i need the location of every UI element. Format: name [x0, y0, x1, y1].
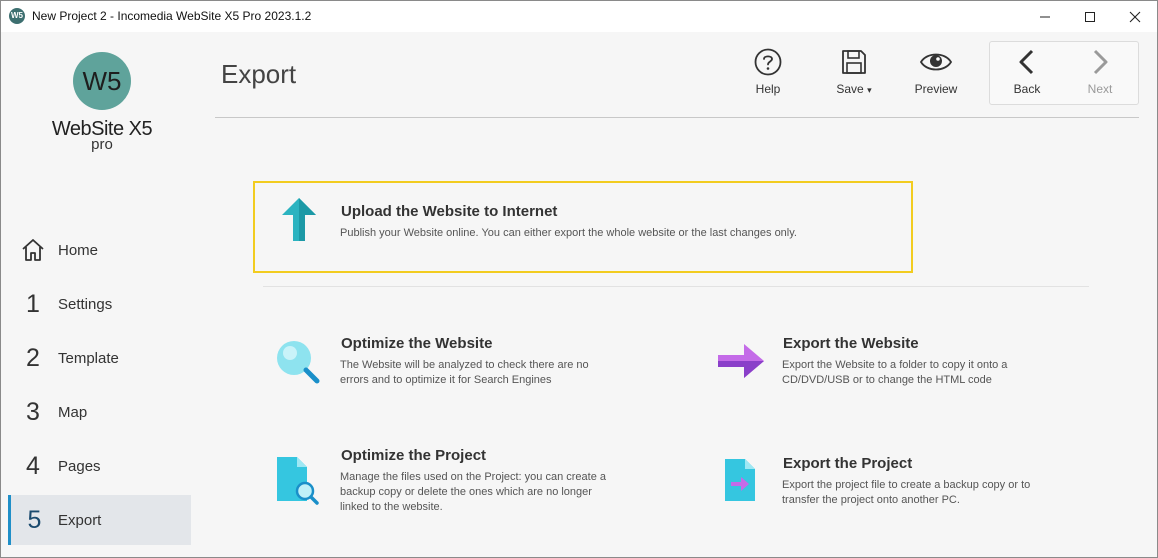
step-number: 2	[26, 343, 40, 372]
upload-description: Publish your Website online. You can eit…	[340, 227, 797, 239]
app-window: W5 New Project 2 - Incomedia WebSite X5 …	[0, 0, 1158, 558]
save-label: Save	[836, 82, 864, 96]
window-title: New Project 2 - Incomedia WebSite X5 Pro…	[32, 9, 312, 23]
maximize-button[interactable]	[1067, 1, 1112, 32]
logo-edition: pro	[91, 136, 113, 153]
app-icon: W5	[9, 8, 25, 24]
close-button[interactable]	[1112, 1, 1157, 32]
optimize-project-desc-line1: Manage the files used on the Project: yo…	[340, 471, 606, 483]
close-icon	[1129, 11, 1140, 22]
export-project-title: Export the Project	[783, 455, 913, 472]
sidebar-item-export[interactable]: 5 Export	[8, 495, 191, 545]
save-button[interactable]: Save ▾	[819, 47, 889, 103]
next-label: Next	[1087, 82, 1113, 96]
preview-label: Preview	[914, 82, 958, 96]
step-number: 5	[27, 505, 42, 534]
file-export-icon	[725, 459, 755, 501]
optimize-website-desc-line2: errors and to optimize it for Search Eng…	[340, 374, 552, 386]
step-number: 1	[26, 289, 40, 318]
export-website-option[interactable]: Export the Website Export the Website to…	[713, 331, 1093, 391]
help-label: Help	[755, 82, 781, 96]
optimize-project-desc-line2: backup copy or delete the ones which are…	[340, 486, 592, 498]
sidebar-item-settings[interactable]: 1 Settings	[8, 279, 191, 329]
optimize-project-desc-line3: linked to the website.	[340, 501, 443, 513]
file-search-icon	[277, 457, 319, 505]
optimize-project-option[interactable]: Optimize the Project Manage the files us…	[271, 443, 651, 519]
back-button[interactable]: Back	[992, 47, 1062, 103]
sidebar-item-home[interactable]: Home	[8, 225, 191, 275]
sidebar-item-label: Settings	[58, 295, 113, 313]
sidebar-item-label: Template	[58, 349, 119, 367]
sidebar-item-label: Pages	[58, 457, 101, 475]
sidebar-item-map[interactable]: 3 Map	[8, 387, 191, 437]
export-website-title: Export the Website	[783, 335, 919, 352]
sidebar-item-label: Home	[58, 241, 99, 259]
upload-website-option[interactable]: Upload the Website to Internet Publish y…	[253, 181, 913, 273]
help-icon	[754, 48, 782, 76]
chevron-right-icon	[1093, 49, 1108, 75]
optimize-project-title: Optimize the Project	[341, 447, 487, 464]
title-bar: W5 New Project 2 - Incomedia WebSite X5 …	[1, 1, 1157, 32]
optimize-website-option[interactable]: Optimize the Website The Website will be…	[271, 331, 651, 391]
minimize-button[interactable]	[1022, 1, 1067, 32]
options-divider	[263, 286, 1089, 287]
upload-arrow-icon	[282, 198, 316, 241]
sidebar-item-label: Map	[58, 403, 88, 421]
step-number: 3	[26, 397, 40, 426]
home-icon	[8, 237, 58, 263]
save-icon	[842, 50, 866, 74]
header-divider	[215, 117, 1139, 118]
svg-text:W5: W5	[83, 66, 122, 96]
chevron-down-icon: ▾	[867, 85, 872, 95]
optimize-website-desc-line1: The Website will be analyzed to check th…	[340, 359, 589, 371]
page-title: Export	[221, 59, 297, 89]
sidebar: W5 WebSite X5 pro Home 1 Settings 2 Temp…	[1, 32, 206, 557]
export-project-option[interactable]: Export the Project Export the project fi…	[713, 451, 1093, 511]
sidebar-item-pages[interactable]: 4 Pages	[8, 441, 191, 491]
website-x5-logo: W5	[73, 52, 131, 110]
export-website-desc-line2: CD/DVD/USB or to change the HTML code	[782, 374, 992, 386]
export-arrow-icon	[718, 344, 764, 378]
chevron-left-icon	[1019, 49, 1034, 75]
sidebar-item-label: Export	[58, 511, 102, 529]
optimize-website-title: Optimize the Website	[341, 335, 493, 352]
preview-button[interactable]: Preview	[901, 47, 971, 103]
export-website-desc-line1: Export the Website to a folder to copy i…	[782, 359, 1008, 371]
eye-icon	[919, 53, 953, 71]
maximize-icon	[1084, 11, 1095, 22]
magnifier-icon	[277, 341, 320, 384]
sidebar-item-template[interactable]: 2 Template	[8, 333, 191, 383]
w5-logo-icon: W5	[83, 66, 122, 96]
help-button[interactable]: Help	[733, 47, 803, 103]
upload-title: Upload the Website to Internet	[341, 203, 558, 220]
next-button[interactable]: Next	[1065, 47, 1135, 103]
export-project-desc-line2: transfer the project onto another PC.	[782, 494, 960, 506]
step-number: 4	[26, 451, 40, 480]
export-project-desc-line1: Export the project file to create a back…	[782, 479, 1031, 491]
back-label: Back	[1013, 82, 1041, 96]
minimize-icon	[1039, 16, 1050, 17]
